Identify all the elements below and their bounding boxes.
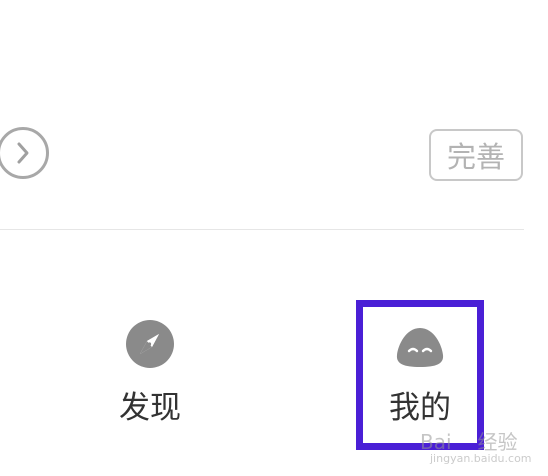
app-screen: 完善 发现 我的 Bai 经验 jingyan.baidu.com [0, 0, 548, 476]
tab-discover-label: 发现 [119, 390, 181, 426]
compass-icon [126, 320, 174, 368]
watermark-suffix: 经验 [477, 430, 518, 454]
section-divider [0, 229, 524, 230]
watermark-url: jingyan.baidu.com [430, 452, 532, 465]
watermark: Bai 经验 [420, 426, 518, 455]
tab-mine-label: 我的 [389, 390, 451, 426]
tab-discover[interactable]: 发现 [100, 320, 200, 426]
profile-arrow-button[interactable] [0, 127, 49, 179]
chevron-right-icon [17, 142, 29, 164]
smiling-blob-icon [394, 325, 446, 369]
watermark-brand: Bai [420, 430, 452, 454]
complete-profile-button[interactable]: 完善 [429, 129, 523, 181]
